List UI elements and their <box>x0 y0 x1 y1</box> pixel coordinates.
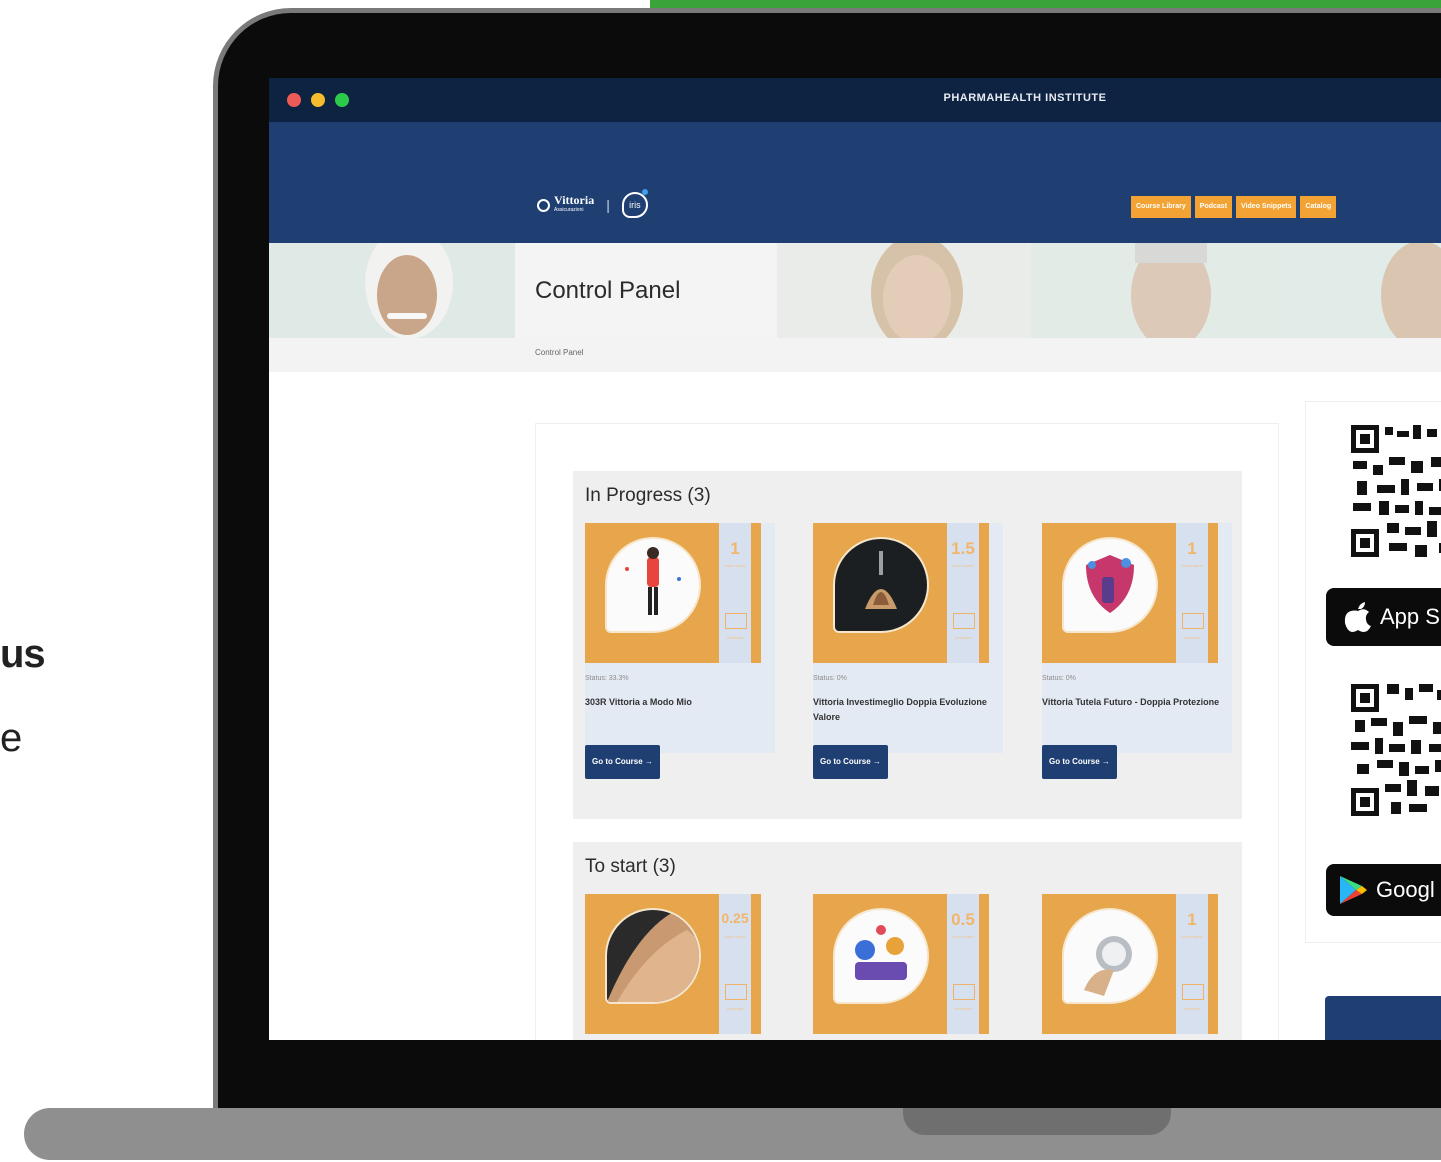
nav-podcast[interactable]: Podcast <box>1194 196 1233 218</box>
course-hours-label: hours spent <box>724 934 746 939</box>
certificate-icon <box>953 984 975 1000</box>
course-hours: 0.25 <box>721 910 749 926</box>
course-hours: 1 <box>1187 539 1197 558</box>
course-hours-label: hours spent <box>952 934 974 939</box>
course-accent-bar <box>1208 894 1218 1034</box>
to-start-section: To start (3) 0.25 hours spent certificat… <box>573 842 1242 1040</box>
course-accent-bar <box>979 523 989 663</box>
go-to-course-button[interactable]: Go to Course → <box>585 745 660 779</box>
app-store-label: App S <box>1380 604 1440 629</box>
banner-face-image <box>1281 243 1441 338</box>
course-thumbnail[interactable] <box>585 894 719 1034</box>
laptop-notch <box>903 1108 1171 1135</box>
certificate-icon <box>1182 984 1204 1000</box>
course-meta-strip: 1.5 hours spent certificate <box>947 523 989 663</box>
course-name[interactable]: 303R Vittoria a Modo Mio <box>585 695 773 710</box>
course-hours: 1 <box>1187 910 1197 929</box>
sidebar-action-block[interactable] <box>1325 996 1441 1040</box>
course-hours-label: hours spent <box>724 563 746 568</box>
course-hours-label: hours spent <box>1181 934 1203 939</box>
course-accent-bar <box>751 894 761 1034</box>
course-thumbnail[interactable] <box>813 523 947 663</box>
course-name[interactable]: Vittoria Tutela Futuro - Doppia Protezio… <box>1042 695 1230 710</box>
page-title: Control Panel <box>535 277 681 304</box>
in-progress-section: In Progress (3) 1 hours spent certificat… <box>573 471 1242 819</box>
certificate-label: certificate <box>1183 635 1201 640</box>
course-name[interactable]: Vittoria Investimeglio Doppia Evoluzione… <box>813 695 1001 725</box>
dashboard-card: In Progress (3) 1 hours spent certificat… <box>535 423 1279 1040</box>
browser-titlebar: PHARMAHEALTH INSTITUTE <box>269 78 1441 122</box>
certificate-label: certificate <box>954 635 972 640</box>
certificate-label: certificate <box>954 1006 972 1011</box>
apple-icon <box>1344 602 1371 632</box>
certificate-icon <box>725 984 747 1000</box>
course-illustration <box>605 908 701 1004</box>
course-status: Status: 0% <box>1042 675 1076 682</box>
iris-logo-icon: iris <box>621 189 648 218</box>
course-hours-label: hours spent <box>952 563 974 568</box>
go-to-course-button[interactable]: Go to Course → <box>813 745 888 779</box>
course-illustration <box>1062 908 1158 1004</box>
course-illustration <box>833 908 929 1004</box>
app-download-card: App S Googl <box>1305 401 1441 943</box>
course-thumbnail[interactable] <box>1042 523 1176 663</box>
main-nav: Course Library Podcast Video Snippets Ca… <box>1131 196 1337 218</box>
laptop-screen: PHARMAHEALTH INSTITUTE Vittoria Assicuraz… <box>269 78 1441 1040</box>
course-meta-strip: 1 hours spent certificate <box>1176 523 1218 663</box>
logo-separator: | <box>606 197 610 213</box>
qr-code-ios[interactable] <box>1349 421 1441 561</box>
course-thumbnail[interactable] <box>813 894 947 1034</box>
certificate-icon <box>725 613 747 629</box>
course-illustration <box>605 537 701 633</box>
course-accent-bar <box>751 523 761 663</box>
course-thumbnail[interactable] <box>585 523 719 663</box>
banner-face-image <box>777 243 1031 338</box>
course-accent-bar <box>979 894 989 1034</box>
certificate-icon <box>953 613 975 629</box>
certificate-icon <box>1182 613 1204 629</box>
course-thumbnail[interactable] <box>1042 894 1176 1034</box>
google-play-button[interactable]: Googl <box>1326 864 1441 916</box>
laptop-base <box>24 1108 1441 1160</box>
side-text-fragment: e <box>0 716 23 760</box>
course-illustration <box>833 537 929 633</box>
banner-face-image <box>1031 243 1281 338</box>
site-title: PHARMAHEALTH INSTITUTE <box>943 92 1107 104</box>
course-meta-strip: 0.5 hours spent certificate <box>947 894 989 1034</box>
breadcrumb[interactable]: Control Panel <box>535 348 583 357</box>
certificate-label: certificate <box>1183 1006 1201 1011</box>
hero-banner: Control Panel <box>269 243 1441 338</box>
nav-video-snippets[interactable]: Video Snippets <box>1236 196 1297 218</box>
app-store-button[interactable]: App S <box>1326 588 1441 646</box>
course-accent-bar <box>1208 523 1218 663</box>
certificate-label: certificate <box>726 1006 744 1011</box>
brand-name: Vittoria Assicurazioni <box>554 193 595 213</box>
course-meta-strip: 1 hours spent certificate <box>1176 894 1218 1034</box>
nav-catalog[interactable]: Catalog <box>1300 196 1337 218</box>
banner-face-image <box>269 243 515 338</box>
vittoria-seal-icon <box>537 198 550 212</box>
nav-course-library[interactable]: Course Library <box>1131 196 1191 218</box>
course-illustration <box>1062 537 1158 633</box>
google-play-label: Googl <box>1376 877 1435 902</box>
course-hours: 0.5 <box>951 910 975 929</box>
course-hours-label: hours spent <box>1181 563 1203 568</box>
brand-logo[interactable]: Vittoria Assicurazioni | iris <box>537 189 648 218</box>
section-title: In Progress (3) <box>585 485 711 506</box>
google-play-icon <box>1340 876 1367 904</box>
course-meta-strip: 0.25 hours spent certificate <box>719 894 761 1034</box>
course-hours: 1 <box>730 539 740 558</box>
course-hours: 1.5 <box>951 539 975 558</box>
side-heading-fragment: us <box>0 632 46 676</box>
course-meta-strip: 1 hours spent certificate <box>719 523 761 663</box>
course-status: Status: 0% <box>813 675 847 682</box>
qr-code-android[interactable] <box>1349 680 1441 820</box>
go-to-course-button[interactable]: Go to Course → <box>1042 745 1117 779</box>
section-title: To start (3) <box>585 856 676 877</box>
site-header: Vittoria Assicurazioni | iris Course Libr… <box>269 122 1441 243</box>
certificate-label: certificate <box>726 635 744 640</box>
breadcrumb-bar: Control Panel <box>269 338 1441 372</box>
course-status: Status: 33.3% <box>585 675 629 682</box>
